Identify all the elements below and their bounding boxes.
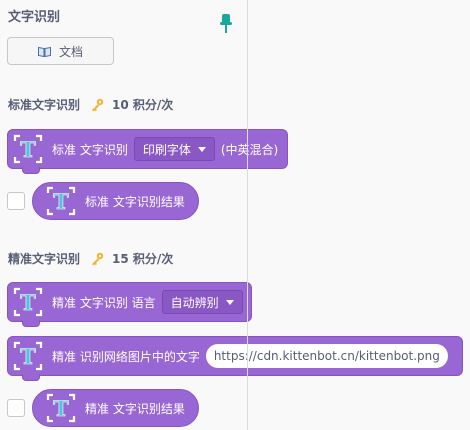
font-type-value: 印刷字体: [142, 142, 191, 157]
workspace-divider: [247, 0, 248, 430]
precise-result-reporter[interactable]: T 精准 文字识别结果: [32, 389, 199, 427]
svg-text:T: T: [20, 344, 36, 369]
block-palette: 文字识别 文档 标准文字识别 10 积分/次 T 标准 文字识别 印刷字体 (中…: [0, 0, 470, 430]
text-recognition-icon: T: [13, 341, 43, 371]
precise-section-title: 精准文字识别: [8, 252, 81, 266]
language-value: 自动辨别: [170, 295, 219, 310]
precise-section-label: 精准文字识别 15 积分/次: [8, 250, 173, 267]
precise-language-block-label: 精准 文字识别 语言: [52, 295, 156, 310]
precise-recognize-url-block[interactable]: T 精准 识别网络图片中的文字 https://cdn.kittenbot.cn…: [7, 336, 463, 381]
pin-icon[interactable]: [219, 13, 233, 35]
key-icon: [90, 252, 104, 266]
precise-recognize-language-block[interactable]: T 精准 文字识别 语言 自动辨别: [7, 282, 252, 327]
font-type-dropdown[interactable]: 印刷字体: [133, 137, 215, 161]
dropdown-arrow-icon: [225, 299, 234, 305]
svg-text:T: T: [20, 290, 36, 315]
standard-cost: 10 积分/次: [112, 98, 174, 112]
standard-recognize-block[interactable]: T 标准 文字识别 印刷字体 (中英混合): [7, 129, 288, 174]
text-recognition-icon: T: [13, 287, 43, 317]
text-recognition-icon: T: [46, 393, 76, 423]
precise-url-block-label: 精准 识别网络图片中的文字: [52, 349, 200, 364]
standard-result-reporter[interactable]: T 标准 文字识别结果: [32, 182, 199, 220]
language-dropdown[interactable]: 自动辨别: [161, 290, 243, 314]
standard-section-title: 标准文字识别: [8, 98, 81, 112]
svg-text:T: T: [20, 137, 36, 162]
standard-block-label: 标准 文字识别: [52, 142, 128, 157]
text-recognition-icon: T: [46, 186, 76, 216]
standard-section-label: 标准文字识别 10 积分/次: [8, 96, 173, 113]
standard-result-label: 标准 文字识别结果: [85, 194, 185, 209]
key-icon: [90, 98, 104, 112]
standard-block-suffix: (中英混合): [220, 142, 279, 157]
precise-result-label: 精准 文字识别结果: [85, 401, 185, 416]
svg-text:T: T: [53, 189, 69, 214]
standard-result-checkbox[interactable]: [7, 192, 25, 210]
text-recognition-icon: T: [13, 134, 43, 164]
docs-button-label: 文档: [58, 44, 83, 59]
svg-text:T: T: [53, 396, 69, 421]
precise-result-checkbox[interactable]: [7, 399, 25, 417]
dropdown-arrow-icon: [197, 146, 206, 152]
book-icon: [37, 46, 51, 57]
precise-cost: 15 积分/次: [112, 252, 174, 266]
category-title: 文字识别: [8, 10, 61, 25]
image-url-input[interactable]: https://cdn.kittenbot.cn/kittenbot.png: [205, 344, 448, 368]
docs-button[interactable]: 文档: [7, 37, 114, 65]
